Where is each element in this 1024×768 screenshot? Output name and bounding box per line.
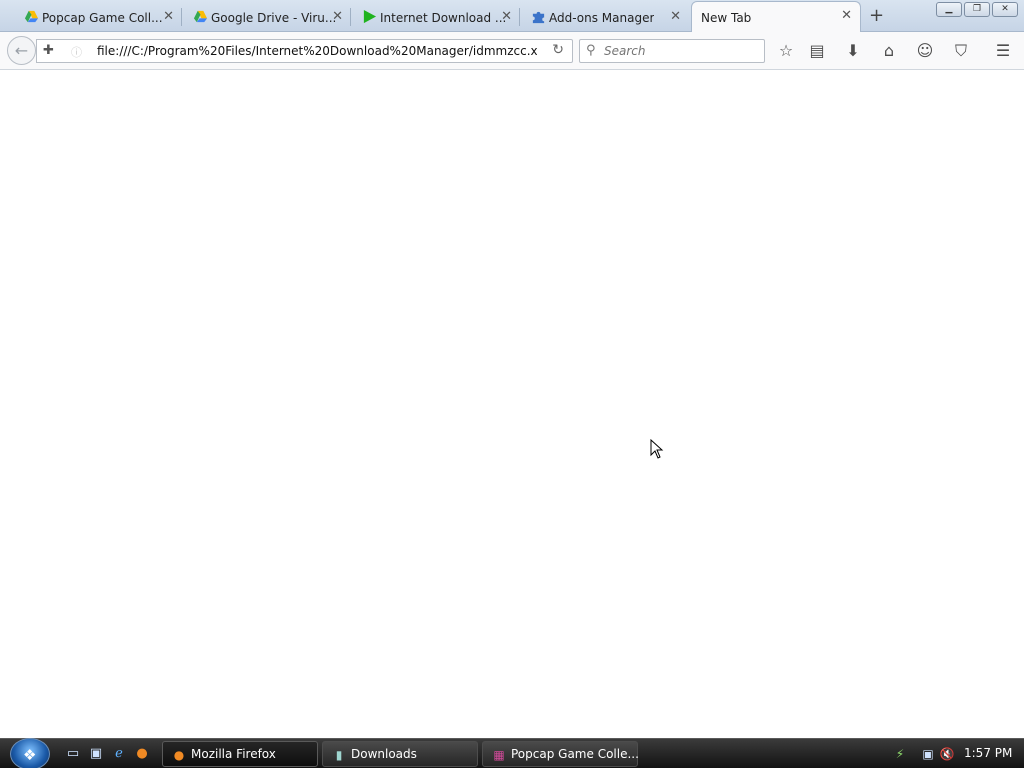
page-content (0, 71, 1024, 738)
switch-windows-icon[interactable]: ▣ (87, 745, 105, 763)
start-button[interactable]: ❖ (10, 738, 50, 768)
tab-label: New Tab (701, 10, 752, 25)
download-icon[interactable]: ⬇ (843, 41, 863, 61)
firefox-icon[interactable]: ● (133, 745, 151, 763)
tab-separator (181, 8, 182, 26)
google-drive-icon (193, 10, 208, 23)
close-icon[interactable]: ✕ (163, 9, 174, 24)
close-icon[interactable]: ✕ (332, 9, 343, 24)
search-box[interactable]: ⚲ (579, 39, 765, 63)
minimize-button[interactable]: ▁ (936, 2, 962, 17)
bookmark-star-icon[interactable]: ☆ (776, 41, 796, 61)
back-button[interactable]: ← (7, 36, 36, 65)
network-icon[interactable]: ▣ (920, 746, 936, 762)
winrar-icon: ▦ (493, 748, 505, 762)
navigation-bar: ← ✚ ⓘ ↻ ⚲ ☆ ▤ ⬇ ⌂ ☺ ⛉ ☰ (0, 32, 1024, 70)
tab-strip: Popcap Game Coll... ✕ Google Drive - Vir… (0, 0, 1024, 33)
close-icon[interactable]: ✕ (501, 9, 512, 24)
internet-explorer-icon[interactable]: ℯ (110, 745, 128, 763)
restore-button[interactable]: ❐ (964, 2, 990, 17)
task-firefox[interactable]: ● Mozilla Firefox (162, 741, 318, 767)
smiley-icon[interactable]: ☺ (915, 41, 935, 61)
mouse-cursor-icon (650, 439, 664, 459)
window-controls: ▁ ❐ ✕ (936, 2, 1018, 17)
url-input[interactable] (97, 42, 537, 60)
tab-new-tab[interactable]: New Tab ✕ (691, 1, 861, 33)
tab-separator (519, 8, 520, 26)
volume-muted-icon[interactable]: 🔇 (939, 746, 955, 762)
info-icon[interactable]: ⓘ (71, 44, 82, 60)
tab-addons-manager[interactable]: Add-ons Manager ✕ (527, 3, 689, 32)
url-bar[interactable]: ✚ ⓘ ↻ (36, 39, 573, 63)
new-tab-plus-icon[interactable]: + (869, 5, 884, 26)
tab-popcap[interactable]: Popcap Game Coll... ✕ (20, 3, 182, 32)
tab-label: Google Drive - Viru... (211, 10, 337, 25)
tab-label: Add-ons Manager (549, 10, 655, 25)
puzzle-icon[interactable]: ✚ (43, 43, 59, 59)
taskbar: ❖ ▭ ▣ ℯ ● ● Mozilla Firefox ▮ Downloads … (0, 738, 1024, 768)
close-icon[interactable]: ✕ (670, 9, 681, 24)
folder-icon: ▮ (335, 748, 343, 762)
pocket-icon[interactable]: ⛉ (951, 41, 971, 61)
task-popcap[interactable]: ▦ Popcap Game Colle... (482, 741, 639, 767)
reading-list-icon[interactable]: ▤ (807, 41, 827, 61)
search-input[interactable] (604, 42, 754, 60)
show-desktop-icon[interactable]: ▭ (64, 745, 82, 763)
task-label: Popcap Game Colle... (511, 747, 639, 761)
close-window-button[interactable]: ✕ (992, 2, 1018, 17)
tab-google-drive[interactable]: Google Drive - Viru... ✕ (189, 3, 351, 32)
google-drive-icon (24, 10, 39, 23)
back-arrow-icon: ← (14, 41, 29, 60)
safely-remove-hardware-icon[interactable]: ⚡ (892, 746, 908, 762)
reload-icon[interactable]: ↻ (552, 42, 564, 58)
hamburger-menu-icon[interactable]: ☰ (993, 41, 1013, 61)
tab-label: Popcap Game Coll... (42, 10, 163, 25)
close-icon[interactable]: ✕ (841, 8, 852, 23)
tab-internet-download[interactable]: Internet Download ... ✕ (358, 3, 520, 32)
idm-play-icon (363, 9, 377, 24)
clock[interactable]: 1:57 PM (964, 746, 1012, 760)
tab-label: Internet Download ... (380, 10, 507, 25)
tab-separator (350, 8, 351, 26)
firefox-icon: ● (173, 748, 185, 762)
search-icon: ⚲ (586, 43, 596, 58)
task-label: Mozilla Firefox (191, 747, 276, 761)
puzzle-icon (532, 11, 545, 24)
home-icon[interactable]: ⌂ (879, 41, 899, 61)
task-label: Downloads (351, 747, 417, 761)
windows-logo-icon: ❖ (23, 746, 37, 764)
task-downloads[interactable]: ▮ Downloads (322, 741, 478, 767)
